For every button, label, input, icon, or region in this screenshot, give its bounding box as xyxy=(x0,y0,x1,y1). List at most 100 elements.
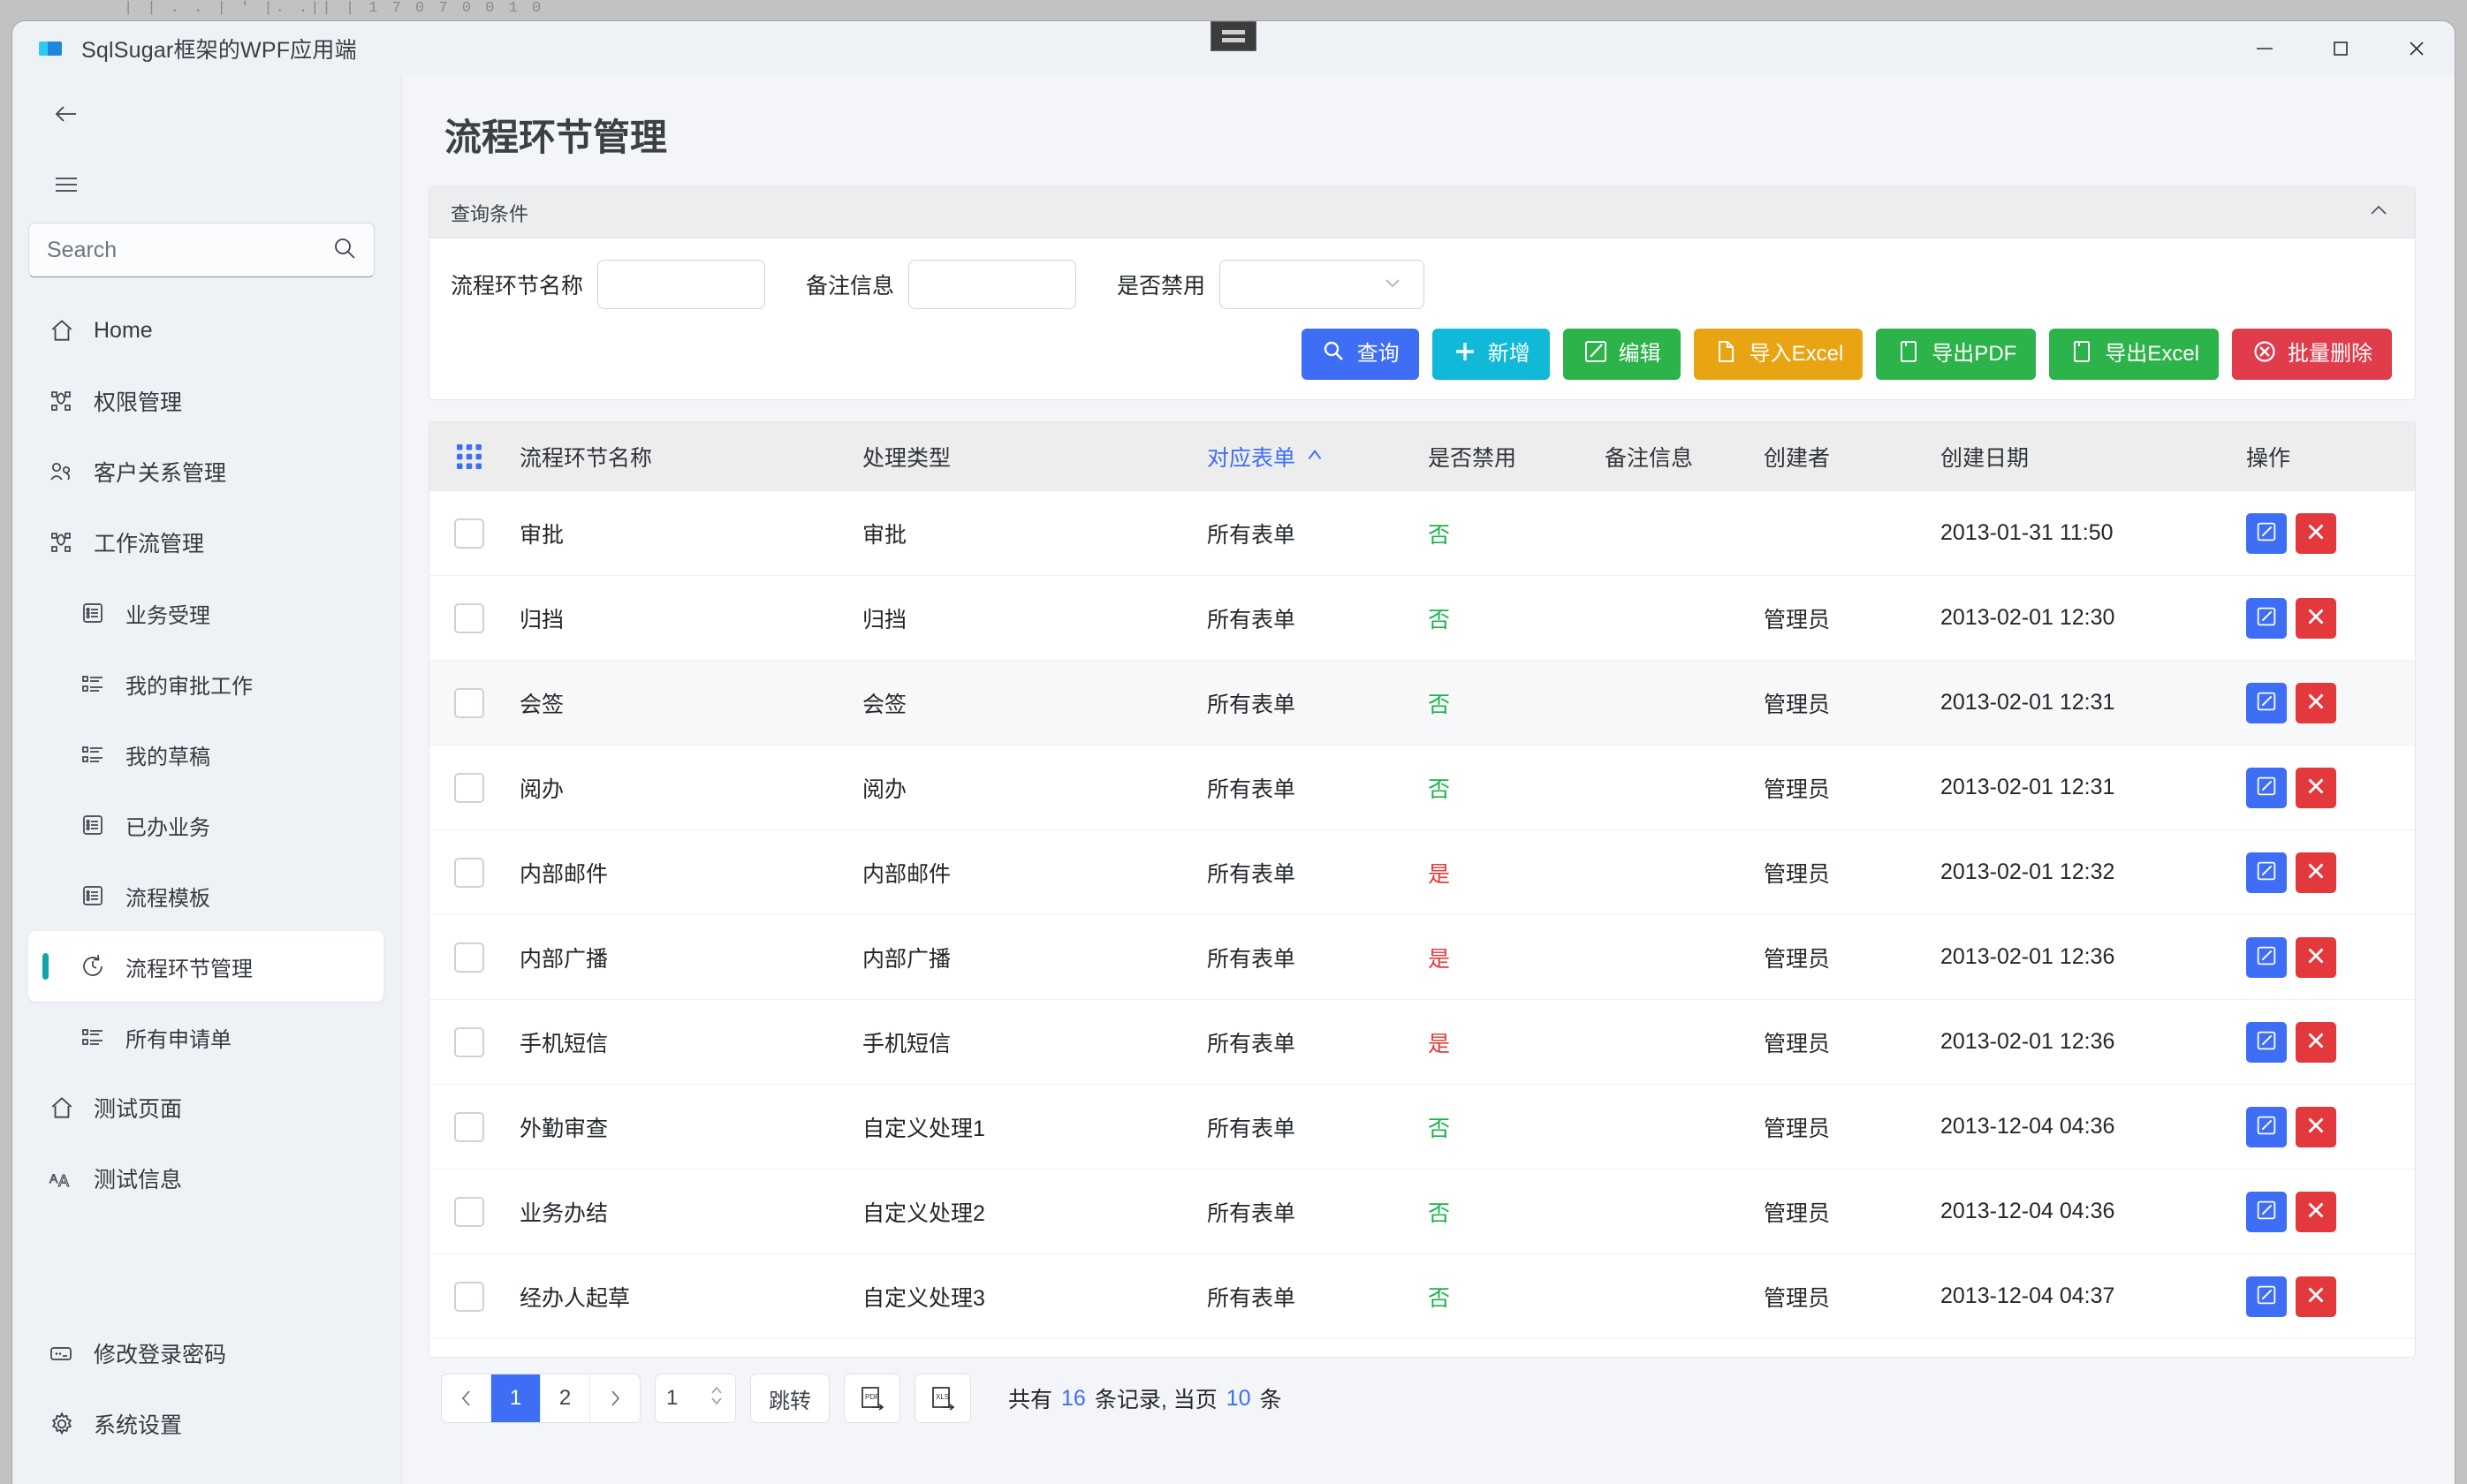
edit-row-button[interactable] xyxy=(2246,1022,2287,1063)
jump-button[interactable]: 跳转 xyxy=(750,1374,830,1423)
row-checkbox[interactable] xyxy=(429,943,509,973)
cell-value-name: 手机短信 xyxy=(520,1026,608,1058)
sidebar-item-8[interactable]: 流程模板 xyxy=(28,860,383,931)
filter-input-1[interactable] xyxy=(908,260,1076,309)
sidebar-item-2[interactable]: 客户关系管理 xyxy=(28,436,383,507)
filter-input-0[interactable] xyxy=(597,260,765,309)
hamburger-menu-icon[interactable] xyxy=(42,161,90,208)
next-page-button[interactable] xyxy=(590,1374,640,1422)
sidebar-item-7[interactable]: 已办业务 xyxy=(28,790,383,860)
delete-row-button[interactable] xyxy=(2296,683,2336,723)
sort-asc-icon[interactable] xyxy=(1304,443,1325,471)
query-button-3[interactable]: 导入Excel xyxy=(1694,329,1864,380)
sidebar-item-10[interactable]: 所有申请单 xyxy=(28,1002,383,1072)
table-row[interactable]: 会签 会签 所有表单 否 管 xyxy=(429,661,2415,746)
sidebar-item-1[interactable]: 权限管理 xyxy=(28,366,383,436)
pdf-export-icon[interactable]: PDF xyxy=(844,1374,900,1423)
row-checkbox[interactable] xyxy=(429,773,509,803)
row-checkbox[interactable] xyxy=(429,1197,509,1227)
delete-row-button[interactable] xyxy=(2296,513,2336,554)
stepper-arrows-icon[interactable] xyxy=(709,1381,725,1417)
edit-row-button[interactable] xyxy=(2246,768,2287,808)
delete-row-button[interactable] xyxy=(2296,768,2336,808)
sidebar-item-9[interactable]: 流程环节管理 xyxy=(28,931,383,1002)
sidebar-item-4[interactable]: 业务受理 xyxy=(28,578,383,648)
delete-row-button[interactable] xyxy=(2296,852,2336,893)
table-row[interactable]: 经办人起草 自定义处理3 所有表单 否 xyxy=(429,1254,2415,1339)
row-checkbox[interactable] xyxy=(429,1027,509,1057)
edit-row-button[interactable] xyxy=(2246,852,2287,893)
table-row[interactable]: 外勤审查 自定义处理1 所有表单 否 xyxy=(429,1085,2415,1170)
prev-page-button[interactable] xyxy=(442,1374,491,1422)
sidebar-item-5[interactable]: 我的审批工作 xyxy=(28,648,383,719)
filter-select-2[interactable] xyxy=(1219,260,1424,309)
delete-row-button[interactable] xyxy=(2296,1276,2336,1317)
minimize-button[interactable] xyxy=(2227,21,2303,76)
cell-value-user: 管理员 xyxy=(1764,1196,1830,1228)
sidebar-bottom-item-1[interactable]: 系统设置 xyxy=(28,1389,383,1459)
close-button[interactable] xyxy=(2379,21,2455,76)
sidebar-item-3[interactable]: 工作流管理 xyxy=(28,507,383,578)
chevron-up-icon[interactable] xyxy=(2365,197,2392,229)
delete-row-button[interactable] xyxy=(2296,1022,2336,1063)
search-input[interactable] xyxy=(47,238,331,263)
table-row[interactable]: 阅办 阅办 所有表单 否 管 xyxy=(429,746,2415,830)
delete-row-button[interactable] xyxy=(2296,937,2336,978)
delete-row-button[interactable] xyxy=(2296,1192,2336,1232)
query-button-0[interactable]: 查询 xyxy=(1302,329,1419,380)
back-button[interactable] xyxy=(42,90,90,138)
sidebar-item-0[interactable]: Home xyxy=(28,295,383,366)
cell-date: 2013-02-01 12:31 xyxy=(1940,690,2241,716)
form-icon xyxy=(80,600,125,626)
search-box[interactable] xyxy=(28,223,375,277)
sidebar-item-6[interactable]: 我的草稿 xyxy=(28,719,383,790)
query-button-1[interactable]: 新增 xyxy=(1432,329,1550,380)
edit-row-button[interactable] xyxy=(2246,937,2287,978)
row-checkbox[interactable] xyxy=(429,858,509,888)
row-checkbox[interactable] xyxy=(429,603,509,633)
x-icon xyxy=(2304,943,2328,971)
page-button-1[interactable]: 1 xyxy=(491,1374,541,1422)
table-row[interactable]: 内部邮件 内部邮件 所有表单 是 xyxy=(429,830,2415,915)
table-row[interactable]: 内部广播 内部广播 所有表单 是 xyxy=(429,915,2415,1000)
row-checkbox[interactable] xyxy=(429,1282,509,1312)
edit-row-button[interactable] xyxy=(2246,1276,2287,1317)
table-row[interactable]: 手机短信 手机短信 所有表单 是 xyxy=(429,1000,2415,1085)
maximize-button[interactable] xyxy=(2303,21,2379,76)
query-button-2[interactable]: 编辑 xyxy=(1563,329,1681,380)
xls-export-icon[interactable]: XLS xyxy=(915,1374,971,1423)
edit-row-button[interactable] xyxy=(2246,683,2287,723)
table-row[interactable]: 审批 审批 所有表单 否 xyxy=(429,491,2415,576)
edit-row-button[interactable] xyxy=(2246,1192,2287,1232)
sidebar-item-12[interactable]: A A测试信息 xyxy=(28,1143,383,1214)
query-button-4[interactable]: 导出PDF xyxy=(1876,329,2036,380)
pencil-square-icon xyxy=(2254,943,2279,971)
table-row[interactable]: 归挡 归挡 所有表单 否 管 xyxy=(429,576,2415,661)
query-button-5[interactable]: 导出Excel xyxy=(2049,329,2219,380)
row-checkbox[interactable] xyxy=(429,688,509,718)
home-icon xyxy=(48,316,94,344)
table-header-form[interactable]: 对应表单 xyxy=(1207,441,1428,473)
query-panel-header[interactable]: 查询条件 xyxy=(429,187,2415,238)
cell-type: 内部邮件 xyxy=(862,857,1207,889)
delete-row-button[interactable] xyxy=(2296,598,2336,639)
sidebar-item-11[interactable]: 测试页面 xyxy=(28,1072,383,1143)
cell-value-type: 审批 xyxy=(862,518,907,549)
sidebar-bottom-item-0[interactable]: 修改登录密码 xyxy=(28,1318,383,1389)
table-header-label: 对应表单 xyxy=(1207,441,1295,473)
table-row[interactable]: 业务办结 自定义处理2 所有表单 否 xyxy=(429,1170,2415,1254)
edit-row-button[interactable] xyxy=(2246,513,2287,554)
grid-dots-icon[interactable] xyxy=(429,444,509,469)
query-button-label: 新增 xyxy=(1488,344,1530,365)
page-button-2[interactable]: 2 xyxy=(541,1374,590,1422)
jump-page-stepper[interactable]: 1 xyxy=(655,1374,736,1423)
row-checkbox[interactable] xyxy=(429,519,509,549)
query-button-6[interactable]: 批量删除 xyxy=(2232,329,2392,380)
edit-row-button[interactable] xyxy=(2246,598,2287,639)
row-checkbox[interactable] xyxy=(429,1112,509,1142)
import-icon xyxy=(1713,338,1740,371)
edit-row-button[interactable] xyxy=(2246,1107,2287,1147)
window-drag-handle[interactable] xyxy=(1211,21,1256,51)
row-actions xyxy=(2241,513,2415,554)
delete-row-button[interactable] xyxy=(2296,1107,2336,1147)
